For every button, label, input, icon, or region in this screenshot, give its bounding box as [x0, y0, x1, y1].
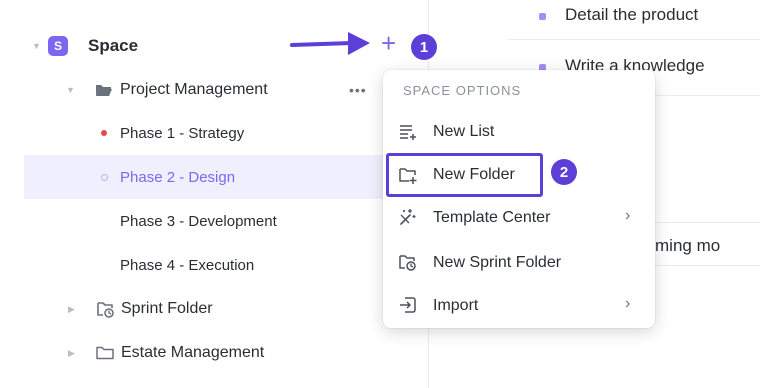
task-name[interactable]: ming mo — [655, 236, 725, 256]
folder-label: Estate Management — [121, 344, 265, 361]
menu-header: SPACE OPTIONS — [403, 83, 522, 98]
list-plus-icon — [400, 125, 416, 140]
menu-item-label: New Sprint Folder — [433, 254, 562, 271]
menu-item-label: Template Center — [433, 209, 551, 226]
sidebar-item-phase-3[interactable]: Phase 3 - Development — [0, 199, 428, 243]
folder-label: Sprint Folder — [121, 300, 213, 317]
folder-label: Project Management — [120, 81, 268, 98]
menu-item-import[interactable] — [383, 285, 655, 325]
menu-item-label: Import — [433, 297, 479, 314]
highlight-box — [386, 153, 543, 197]
caret-right-icon[interactable]: ▶ — [68, 304, 75, 315]
list-label: Phase 2 - Design — [120, 168, 236, 186]
caret-right-icon[interactable]: ▶ — [68, 348, 75, 359]
list-label: Phase 3 - Development — [120, 212, 277, 230]
sprint-folder-icon — [399, 255, 416, 271]
caret-down-icon[interactable]: ▼ — [32, 41, 41, 51]
magic-wand-icon — [400, 209, 416, 225]
menu-item-new-list[interactable] — [383, 111, 655, 151]
status-ring-icon — [101, 173, 108, 181]
task-name[interactable]: Detail the product — [565, 5, 725, 25]
caret-down-icon[interactable]: ▼ — [66, 85, 75, 95]
sidebar-item-estate-management[interactable]: ▶ Estate Management — [0, 331, 428, 375]
chevron-right-icon: › — [625, 295, 631, 312]
chevron-right-icon: › — [625, 207, 631, 224]
add-icon[interactable]: + — [381, 30, 396, 56]
sidebar-item-phase-4[interactable]: Phase 4 - Execution — [0, 243, 428, 287]
list-label: Phase 1 - Strategy — [120, 124, 245, 142]
task-status-icon — [539, 13, 546, 20]
space-avatar: S — [48, 36, 68, 56]
sidebar-item-project-management[interactable]: ▼ Project Management ••• — [0, 68, 428, 112]
status-dot-icon — [101, 130, 107, 136]
folder-icon — [96, 346, 114, 360]
step-badge-1: 1 — [411, 34, 437, 60]
open-folder-icon — [96, 85, 112, 96]
sidebar-item-sprint-folder[interactable]: ▶ Sprint Folder — [0, 287, 428, 331]
sidebar-item-phase-1[interactable]: Phase 1 - Strategy — [0, 111, 428, 155]
import-icon — [400, 297, 416, 313]
space-label: Space — [88, 36, 139, 55]
menu-item-label: New List — [433, 123, 495, 140]
sprint-folder-icon — [97, 302, 114, 318]
annotation-arrow-icon — [290, 32, 370, 55]
step-badge-2: 2 — [551, 159, 577, 185]
sidebar-item-phase-2[interactable]: Phase 2 - Design — [24, 155, 428, 199]
list-label: Phase 4 - Execution — [120, 256, 255, 274]
more-options-icon[interactable]: ••• — [349, 82, 367, 98]
